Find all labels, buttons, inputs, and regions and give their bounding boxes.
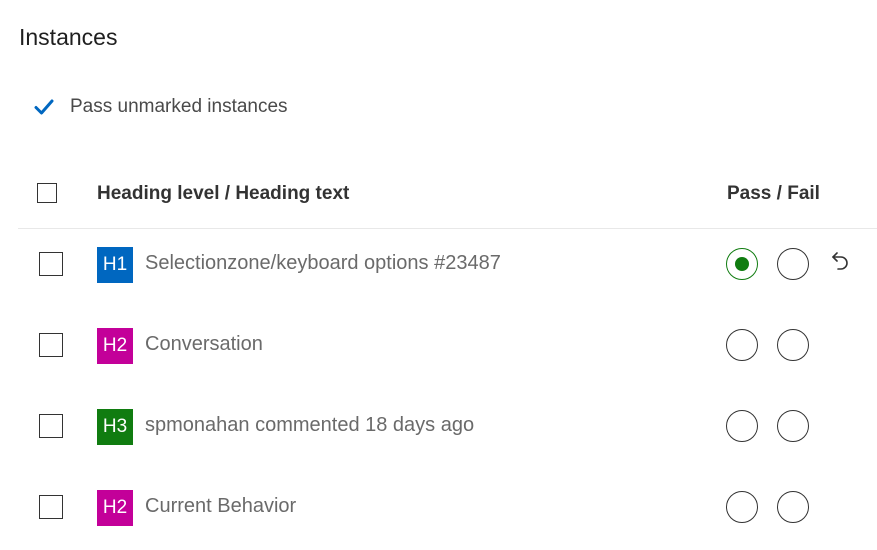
row-checkbox[interactable]	[39, 495, 63, 519]
select-all-checkbox[interactable]	[37, 183, 57, 203]
table-row: H1 Selectionzone/keyboard options #23487	[18, 240, 877, 300]
row-checkbox[interactable]	[39, 333, 63, 357]
section-title: Instances	[19, 24, 118, 50]
fail-radio[interactable]	[777, 248, 809, 280]
fail-radio[interactable]	[777, 410, 809, 442]
fail-radio[interactable]	[777, 491, 809, 523]
table-row: H2 Conversation	[18, 321, 877, 381]
pass-radio[interactable]	[726, 248, 758, 280]
fail-radio[interactable]	[777, 329, 809, 361]
row-checkbox[interactable]	[39, 252, 63, 276]
column-header-heading: Heading level / Heading text	[97, 183, 350, 204]
table-header: Heading level / Heading text Pass / Fail	[18, 170, 877, 229]
pass-radio[interactable]	[726, 410, 758, 442]
table-row: H2 Current Behavior	[18, 483, 877, 543]
row-checkbox[interactable]	[39, 414, 63, 438]
heading-text: Conversation	[145, 333, 263, 355]
pass-unmarked-label: Pass unmarked instances	[70, 96, 288, 117]
heading-level-badge: H1	[97, 247, 133, 283]
pass-radio[interactable]	[726, 329, 758, 361]
column-header-pass-fail: Pass / Fail	[727, 183, 820, 204]
table-row: H3 spmonahan commented 18 days ago	[18, 402, 877, 462]
heading-text: Selectionzone/keyboard options #23487	[145, 252, 501, 274]
undo-icon[interactable]	[828, 249, 852, 273]
heading-text: Current Behavior	[145, 495, 297, 517]
heading-level-badge: H3	[97, 409, 133, 445]
heading-level-badge: H2	[97, 328, 133, 364]
pass-radio[interactable]	[726, 491, 758, 523]
heading-text: spmonahan commented 18 days ago	[145, 414, 475, 436]
heading-level-badge: H2	[97, 490, 133, 526]
pass-unmarked-toggle[interactable]: Pass unmarked instances	[34, 96, 288, 118]
checkmark-icon	[34, 98, 54, 116]
